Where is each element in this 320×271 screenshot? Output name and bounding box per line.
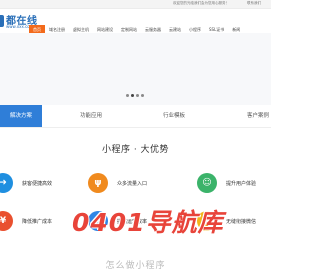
welcome-notice: 欢迎您的光临我们会为您用心服务！ [173,1,229,5]
carousel-dot-active[interactable] [131,94,134,97]
feature-card: ψ 众多流量入口 [88,173,147,193]
tab-cases[interactable]: 客户案例 [247,105,269,127]
tab-solutions[interactable]: 解决方案 [0,105,42,127]
carousel-dots [126,94,144,97]
fork-icon: ψ [88,173,108,193]
solution-tabs: 解决方案 功能应用 行业模板 客户案例 [0,105,271,128]
feature-card: ➜ 获客便捷高效 [0,173,52,193]
top-info-bar: 欢迎您的光临我们会为您用心服务！ 联系我们 [0,0,271,9]
section-title: 小程序 · 大优势 [101,145,170,155]
logo-icon[interactable] [0,15,4,27]
tab-templates[interactable]: 行业模板 [163,105,185,127]
feature-card: ¥ 降低推广成本 [0,211,52,231]
feature-card: ☺ 提升用户体验 [197,173,256,193]
contact-link[interactable]: 联系我们 [247,1,261,6]
user-icon: ☺ [197,173,217,193]
feature-label: 提升用户体验 [226,180,257,187]
feature-label: 众多流量入口 [117,180,148,187]
feature-label: 获客便捷高效 [22,180,53,187]
carousel-dot[interactable] [136,94,139,97]
feature-label: 降低推广成本 [22,218,53,225]
arrow-icon: ➜ [0,173,13,193]
watermark-text: 0401导航库 [72,208,224,237]
carousel-dot[interactable] [126,94,129,97]
coin-icon: ¥ [0,211,13,231]
carousel-dot[interactable] [141,94,144,97]
site-header: 都在线 www.xxx.com 首页 域名注册 虚拟主机 网站建设 定制网站 云… [0,9,271,35]
feature-label: 无缝衔接微信 [226,218,257,225]
tab-features[interactable]: 功能应用 [80,105,102,127]
